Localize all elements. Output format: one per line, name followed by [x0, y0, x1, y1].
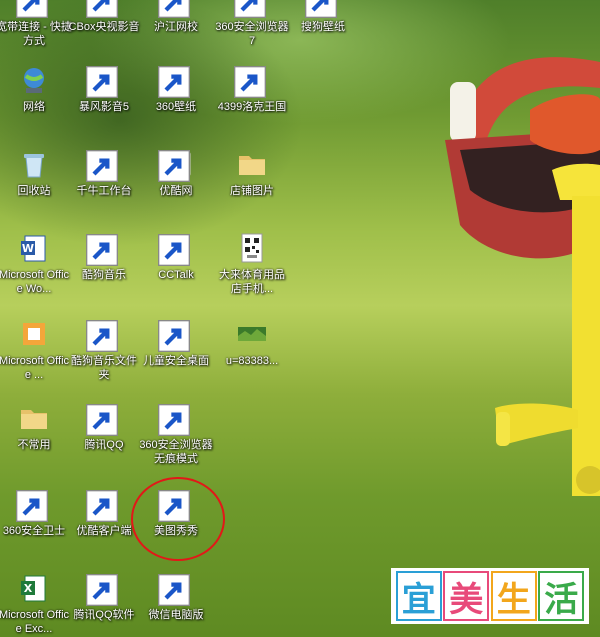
- word-icon: W: [18, 232, 50, 264]
- desktop-icon-label: 搜狗壁纸: [301, 21, 345, 33]
- kugou-folder-icon: K: [86, 318, 120, 352]
- watermark-char: 宜: [395, 571, 442, 621]
- svg-text:X: X: [24, 582, 33, 595]
- desktop-icon-label: 360安全浏览器7: [215, 21, 289, 47]
- desktop-icon-label: 360壁纸: [155, 101, 197, 113]
- desktop-icon-qq-software[interactable]: 腾讯QQ软件: [66, 572, 142, 622]
- desktop: 宽带连接 - 快捷方式 CBox央视影音 沪江网校 360安全浏览器7 搜狗壁纸网络 暴风…: [0, 0, 600, 637]
- desktop-icon-360-private-browser[interactable]: 360安全浏览器无痕模式: [138, 402, 214, 466]
- desktop-icon-label: 回收站: [17, 185, 51, 197]
- sogou-wallpaper-icon: [305, 0, 339, 18]
- image-thumbnail-icon: [236, 318, 268, 350]
- desktop-icon-label: 腾讯QQ软件: [73, 609, 135, 621]
- desktop-icon-360-wallpaper[interactable]: 360壁纸: [138, 64, 214, 114]
- watermark-logo: 宜 美 生 活: [391, 568, 589, 624]
- desktop-icon-kugou-folder[interactable]: K 酷狗音乐文件夹: [66, 318, 142, 382]
- desktop-icon-excel[interactable]: X Microsoft Office Exc...: [0, 572, 72, 636]
- desktop-icon-broadband-connection[interactable]: 宽带连接 - 快捷方式: [0, 0, 72, 48]
- desktop-icon-kids-desktop[interactable]: 儿童安全桌面: [138, 318, 214, 368]
- desktop-icon-label: 酷狗音乐文件夹: [71, 355, 137, 381]
- desktop-icon-cctalk[interactable]: CCTalk: [138, 232, 214, 282]
- desktop-icon-network[interactable]: 网络: [0, 64, 72, 114]
- desktop-icon-label: 不常用: [17, 439, 51, 451]
- folder-icon: [18, 402, 50, 434]
- desktop-icon-youku[interactable]: YOUKU酷优酷网: [138, 148, 214, 198]
- desktop-icon-cbox[interactable]: CBox央视影音: [66, 0, 142, 34]
- desktop-icon-word[interactable]: W Microsoft Office Wo...: [0, 232, 72, 296]
- 360-private-browser-icon: [158, 402, 192, 436]
- desktop-icon-sogou-wallpaper[interactable]: 搜狗壁纸: [285, 0, 361, 34]
- qr-code-image-icon: [236, 232, 268, 264]
- desktop-icon-label: Microsoft Office Wo...: [0, 269, 70, 295]
- baofeng-icon: [86, 64, 120, 98]
- 360-security-icon: [16, 488, 50, 522]
- qq-icon: [86, 402, 120, 436]
- svg-text:W: W: [22, 242, 34, 255]
- 4399-roco-icon: [234, 64, 268, 98]
- desktop-icon-360-browser[interactable]: 360安全浏览器7: [214, 0, 290, 48]
- desktop-icon-label: 优酷客户端: [76, 525, 132, 537]
- desktop-icon-kugou[interactable]: K 酷狗音乐: [66, 232, 142, 282]
- desktop-icon-label: CBox央视影音: [68, 21, 140, 33]
- desktop-icon-360-security[interactable]: 360安全卫士: [0, 488, 72, 538]
- hujiang-icon: [158, 0, 192, 18]
- desktop-icon-label: 微信电脑版: [148, 609, 204, 621]
- desktop-icon-label: Microsoft Office ...: [0, 355, 70, 381]
- excel-icon: X: [18, 572, 50, 604]
- cctalk-icon: [158, 232, 192, 266]
- desktop-icon-recycle-bin[interactable]: 回收站: [0, 148, 72, 198]
- desktop-icon-folder[interactable]: 不常用: [0, 402, 72, 452]
- desktop-icon-label: u=83383...: [225, 355, 279, 367]
- desktop-icon-label: 网络: [23, 101, 45, 113]
- 360-browser-icon: [234, 0, 268, 18]
- desktop-icon-wechat[interactable]: 微信电脑版: [138, 572, 214, 622]
- desktop-icon-label: 优酷网: [159, 185, 193, 197]
- desktop-icon-label: 店铺图片: [230, 185, 274, 197]
- desktop-icon-label: Microsoft Office Exc...: [0, 609, 70, 635]
- desktop-icon-label: 360安全卫士: [2, 525, 66, 537]
- desktop-icon-label: 酷狗音乐: [82, 269, 126, 281]
- youku-icon: YOUKU酷: [158, 148, 192, 182]
- desktop-icon-office[interactable]: Microsoft Office ...: [0, 318, 72, 382]
- wechat-icon: [158, 572, 192, 606]
- desktop-icon-label: 儿童安全桌面: [143, 355, 209, 367]
- 360-wallpaper-icon: [158, 64, 192, 98]
- desktop-icon-qianniu[interactable]: 千牛工作台: [66, 148, 142, 198]
- watermark-char: 美: [443, 571, 490, 621]
- desktop-icon-baofeng[interactable]: 暴风影音5: [66, 64, 142, 114]
- youku-client-icon: [86, 488, 120, 522]
- broadband-connection-icon: [16, 0, 50, 18]
- cbox-icon: [86, 0, 120, 18]
- desktop-icon-label: CCTalk: [158, 269, 194, 281]
- desktop-icon-folder[interactable]: 店铺图片: [214, 148, 290, 198]
- office-icon: [18, 318, 50, 350]
- desktop-icon-label: 千牛工作台: [76, 185, 132, 197]
- desktop-icon-image-thumbnail[interactable]: u=83383...: [214, 318, 290, 368]
- desktop-icon-hujiang[interactable]: 沪江网校: [138, 0, 214, 34]
- recycle-bin-icon: [18, 148, 50, 180]
- highlight-circle: [131, 477, 225, 561]
- desktop-icon-label: 宽带连接 - 快捷方式: [0, 21, 72, 47]
- kugou-icon: K: [86, 232, 120, 266]
- desktop-icon-qq[interactable]: 腾讯QQ: [66, 402, 142, 452]
- desktop-icon-label: 4399洛克王国: [217, 101, 287, 113]
- desktop-icon-label: 大来体育用品店手机...: [219, 269, 285, 295]
- desktop-icon-label: 腾讯QQ: [84, 439, 124, 451]
- network-icon: [18, 64, 50, 96]
- desktop-icon-label: 沪江网校: [154, 21, 198, 33]
- qianniu-icon: [86, 148, 120, 182]
- desktop-icon-qr-code-image[interactable]: 大来体育用品店手机...: [214, 232, 290, 296]
- watermark-char: 活: [538, 571, 585, 621]
- qq-software-icon: [86, 572, 120, 606]
- folder-icon: [236, 148, 268, 180]
- watermark-char: 生: [490, 571, 537, 621]
- kids-desktop-icon: [158, 318, 192, 352]
- desktop-icon-label: 360安全浏览器无痕模式: [139, 439, 213, 465]
- desktop-icon-4399-roco[interactable]: 4399洛克王国: [214, 64, 290, 114]
- desktop-icon-label: 暴风影音5: [78, 101, 130, 113]
